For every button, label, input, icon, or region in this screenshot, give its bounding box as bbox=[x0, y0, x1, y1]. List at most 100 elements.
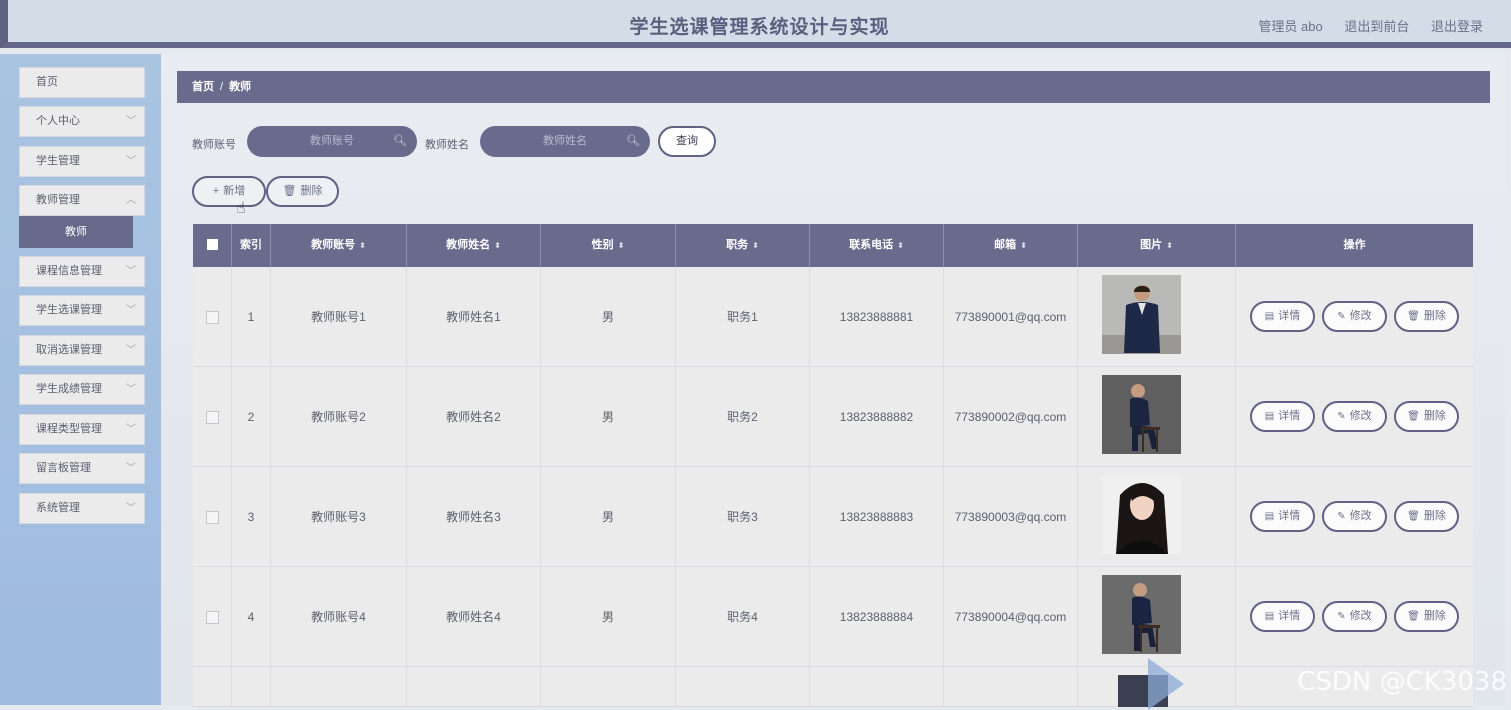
column-header-label: 职务 bbox=[726, 239, 749, 251]
sidebar-item-personal[interactable]: 个人中心 ﹀ bbox=[19, 106, 145, 137]
column-header-gender[interactable]: 性别 ⬍ bbox=[541, 224, 676, 267]
sidebar-item-grades[interactable]: 学生成绩管理 ﹀ bbox=[19, 374, 145, 405]
delete-button[interactable]: 🗑︎ 删除 bbox=[1394, 501, 1459, 532]
edit-button[interactable]: ✎ 修改 bbox=[1322, 401, 1387, 432]
detail-button[interactable]: ▤ 详情 bbox=[1250, 301, 1315, 332]
teacher-photo bbox=[1102, 575, 1181, 654]
checkbox-icon[interactable] bbox=[205, 511, 219, 525]
sort-icon[interactable]: ⬍ bbox=[618, 241, 625, 250]
detail-button[interactable]: ▤ 详情 bbox=[1250, 501, 1315, 532]
column-header-label: 性别 bbox=[591, 239, 614, 251]
delete-button[interactable]: 🗑︎ 删除 bbox=[1394, 301, 1459, 332]
column-header-account[interactable]: 教师账号 ⬍ bbox=[271, 224, 407, 267]
cell-gender: 男 bbox=[541, 567, 676, 667]
cell-phone: 13823888881 bbox=[810, 267, 944, 367]
row-checkbox-cell[interactable] bbox=[193, 367, 232, 467]
row-checkbox-cell[interactable] bbox=[193, 467, 232, 567]
cell-name: 教师姓名3 bbox=[407, 467, 541, 567]
checkbox-icon[interactable] bbox=[205, 311, 219, 325]
edit-label: 修改 bbox=[1349, 410, 1372, 422]
breadcrumb-home[interactable]: 首页 bbox=[192, 81, 214, 93]
cell-name bbox=[407, 667, 541, 707]
sidebar-item-message-board[interactable]: 留言板管理 ﹀ bbox=[19, 453, 145, 484]
table-row: 4 教师账号4 教师姓名4 男 职务4 13823888884 77389000… bbox=[193, 567, 1473, 667]
back-to-front-link[interactable]: 退出到前台 bbox=[1344, 19, 1409, 34]
cell-photo bbox=[1078, 367, 1236, 467]
sidebar-item-enrollment[interactable]: 学生选课管理 ﹀ bbox=[19, 295, 145, 326]
column-header-post[interactable]: 职务 ⬍ bbox=[676, 224, 810, 267]
column-header-label: 教师姓名 bbox=[446, 239, 491, 251]
logout-link[interactable]: 退出登录 bbox=[1431, 19, 1483, 34]
cell-index: 1 bbox=[232, 267, 271, 367]
checkbox-icon[interactable] bbox=[205, 611, 219, 625]
sidebar-item-system[interactable]: 系统管理 ﹀ bbox=[19, 493, 145, 524]
sidebar-item-label: 取消选课管理 bbox=[36, 344, 102, 356]
current-user: 管理员 abo bbox=[1258, 19, 1323, 34]
edit-button[interactable]: ✎ 修改 bbox=[1322, 501, 1387, 532]
row-checkbox-cell[interactable] bbox=[193, 567, 232, 667]
sidebar-item-course-types[interactable]: 课程类型管理 ﹀ bbox=[19, 414, 145, 445]
vertical-scrollbar[interactable] bbox=[1505, 54, 1511, 705]
column-header-label: 邮箱 bbox=[994, 239, 1017, 251]
add-button[interactable]: + 新增 bbox=[192, 176, 266, 207]
delete-button[interactable]: 🗑︎ 删除 bbox=[1394, 401, 1459, 432]
chevron-down-icon: ﹀ bbox=[126, 345, 136, 356]
batch-delete-button[interactable]: 🗑︎ 删除 bbox=[266, 176, 339, 207]
chevron-down-icon: ﹀ bbox=[126, 384, 136, 395]
cell-phone: 13823888883 bbox=[810, 467, 944, 567]
cell-gender: 男 bbox=[541, 467, 676, 567]
delete-button[interactable]: 🗑︎ 删除 bbox=[1394, 601, 1459, 632]
chevron-down-icon: ﹀ bbox=[126, 305, 136, 316]
sort-icon[interactable]: ⬍ bbox=[494, 241, 501, 250]
cell-index bbox=[232, 667, 271, 707]
name-search-input[interactable]: 教师姓名 🔍︎ bbox=[480, 126, 650, 157]
cell-photo bbox=[1078, 467, 1236, 567]
column-header-label: 操作 bbox=[1343, 239, 1366, 251]
row-checkbox-cell[interactable] bbox=[193, 667, 232, 707]
sort-icon[interactable]: ⬍ bbox=[1166, 241, 1173, 250]
sidebar-item-courses[interactable]: 课程信息管理 ﹀ bbox=[19, 256, 145, 287]
sidebar-item-label: 个人中心 bbox=[36, 115, 80, 127]
column-header-phone[interactable]: 联系电话 ⬍ bbox=[810, 224, 944, 267]
cell-post bbox=[676, 667, 810, 707]
checkbox-icon[interactable] bbox=[205, 411, 219, 425]
select-all-checkbox[interactable] bbox=[193, 224, 232, 267]
sort-icon[interactable]: ⬍ bbox=[897, 241, 904, 250]
trash-icon: 🗑︎ bbox=[282, 185, 297, 197]
cell-account: 教师账号1 bbox=[271, 267, 407, 367]
column-header-photo[interactable]: 图片 ⬍ bbox=[1078, 224, 1236, 267]
column-header-label: 索引 bbox=[240, 239, 262, 251]
detail-button[interactable]: ▤ 详情 bbox=[1250, 401, 1315, 432]
query-button[interactable]: 查询 bbox=[658, 126, 716, 157]
sidebar-item-label: 课程信息管理 bbox=[36, 265, 102, 277]
column-header-name[interactable]: 教师姓名 ⬍ bbox=[407, 224, 541, 267]
detail-button[interactable]: ▤ 详情 bbox=[1250, 601, 1315, 632]
edit-label: 修改 bbox=[1349, 310, 1372, 322]
cell-index: 4 bbox=[232, 567, 271, 667]
sidebar-item-students[interactable]: 学生管理 ﹀ bbox=[19, 146, 145, 177]
sidebar-item-cancel-enrollment[interactable]: 取消选课管理 ﹀ bbox=[19, 335, 145, 366]
sidebar-item-home[interactable]: 首页 bbox=[19, 67, 145, 98]
sidebar-item-label: 学生成绩管理 bbox=[36, 383, 102, 395]
sort-icon[interactable]: ⬍ bbox=[1020, 241, 1027, 250]
table-row: 1 教师账号1 教师姓名1 男 职务1 13823888881 77389000… bbox=[193, 267, 1473, 367]
sidebar-item-teachers[interactable]: 教师管理 ︿ bbox=[19, 185, 145, 216]
cell-post: 职务1 bbox=[676, 267, 810, 367]
pencil-icon: ✎ bbox=[1337, 411, 1346, 422]
play-icon bbox=[1148, 658, 1184, 710]
edit-button[interactable]: ✎ 修改 bbox=[1322, 301, 1387, 332]
row-checkbox-cell[interactable] bbox=[193, 267, 232, 367]
column-header-actions: 操作 bbox=[1236, 224, 1473, 267]
submenu-item-teacher[interactable]: 教师 bbox=[19, 216, 133, 248]
name-search-placeholder: 教师姓名 bbox=[543, 135, 587, 147]
edit-button[interactable]: ✎ 修改 bbox=[1322, 601, 1387, 632]
cell-gender: 男 bbox=[541, 267, 676, 367]
sidebar-item-label: 留言板管理 bbox=[36, 462, 91, 474]
account-search-input[interactable]: 教师账号 🔍︎ bbox=[247, 126, 417, 157]
sort-icon[interactable]: ⬍ bbox=[752, 241, 759, 250]
sort-icon[interactable]: ⬍ bbox=[359, 241, 366, 250]
cell-post: 职务3 bbox=[676, 467, 810, 567]
header-links: 管理员 abo 退出到前台 退出登录 bbox=[1240, 16, 1483, 35]
column-header-email[interactable]: 邮箱 ⬍ bbox=[944, 224, 1078, 267]
document-icon: ▤ bbox=[1264, 511, 1275, 522]
